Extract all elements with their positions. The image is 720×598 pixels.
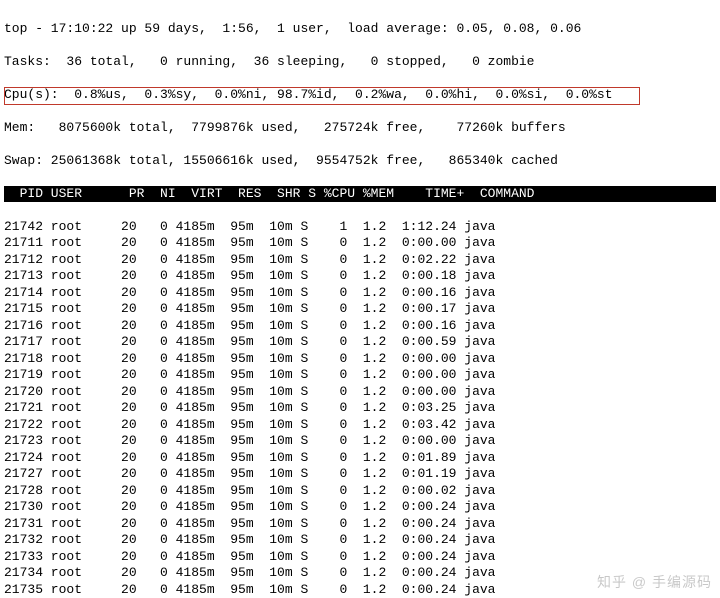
process-row[interactable]: 21718 root 20 0 4185m 95m 10m S 0 1.2 0:… — [4, 351, 716, 368]
process-row[interactable]: 21719 root 20 0 4185m 95m 10m S 0 1.2 0:… — [4, 367, 716, 384]
process-row[interactable]: 21714 root 20 0 4185m 95m 10m S 0 1.2 0:… — [4, 285, 716, 302]
summary-line: Cpu(s): 0.8%us, 0.3%sy, 0.0%ni, 98.7%id,… — [4, 87, 716, 104]
summary-line: Tasks: 36 total, 0 running, 36 sleeping,… — [4, 54, 716, 71]
process-row[interactable]: 21717 root 20 0 4185m 95m 10m S 0 1.2 0:… — [4, 334, 716, 351]
process-row[interactable]: 21733 root 20 0 4185m 95m 10m S 0 1.2 0:… — [4, 549, 716, 566]
summary-line: Swap: 25061368k total, 15506616k used, 9… — [4, 153, 716, 170]
process-header: PID USER PR NI VIRT RES SHR S %CPU %MEM … — [4, 186, 716, 203]
summary-line: top - 17:10:22 up 59 days, 1:56, 1 user,… — [4, 21, 716, 38]
process-list: 21742 root 20 0 4185m 95m 10m S 1 1.2 1:… — [4, 219, 716, 598]
process-row[interactable]: 21722 root 20 0 4185m 95m 10m S 0 1.2 0:… — [4, 417, 716, 434]
summary-line: Mem: 8075600k total, 7799876k used, 2757… — [4, 120, 716, 137]
process-row[interactable]: 21734 root 20 0 4185m 95m 10m S 0 1.2 0:… — [4, 565, 716, 582]
process-row[interactable]: 21712 root 20 0 4185m 95m 10m S 0 1.2 0:… — [4, 252, 716, 269]
process-row[interactable]: 21713 root 20 0 4185m 95m 10m S 0 1.2 0:… — [4, 268, 716, 285]
process-row[interactable]: 21711 root 20 0 4185m 95m 10m S 0 1.2 0:… — [4, 235, 716, 252]
process-row[interactable]: 21727 root 20 0 4185m 95m 10m S 0 1.2 0:… — [4, 466, 716, 483]
process-row[interactable]: 21742 root 20 0 4185m 95m 10m S 1 1.2 1:… — [4, 219, 716, 236]
process-row[interactable]: 21735 root 20 0 4185m 95m 10m S 0 1.2 0:… — [4, 582, 716, 598]
process-row[interactable]: 21731 root 20 0 4185m 95m 10m S 0 1.2 0:… — [4, 516, 716, 533]
process-row[interactable]: 21724 root 20 0 4185m 95m 10m S 0 1.2 0:… — [4, 450, 716, 467]
process-row[interactable]: 21721 root 20 0 4185m 95m 10m S 0 1.2 0:… — [4, 400, 716, 417]
process-row[interactable]: 21715 root 20 0 4185m 95m 10m S 0 1.2 0:… — [4, 301, 716, 318]
process-row[interactable]: 21730 root 20 0 4185m 95m 10m S 0 1.2 0:… — [4, 499, 716, 516]
process-row[interactable]: 21728 root 20 0 4185m 95m 10m S 0 1.2 0:… — [4, 483, 716, 500]
process-row[interactable]: 21720 root 20 0 4185m 95m 10m S 0 1.2 0:… — [4, 384, 716, 401]
process-row[interactable]: 21732 root 20 0 4185m 95m 10m S 0 1.2 0:… — [4, 532, 716, 549]
process-row[interactable]: 21716 root 20 0 4185m 95m 10m S 0 1.2 0:… — [4, 318, 716, 335]
terminal-output[interactable]: top - 17:10:22 up 59 days, 1:56, 1 user,… — [0, 0, 720, 598]
process-row[interactable]: 21723 root 20 0 4185m 95m 10m S 0 1.2 0:… — [4, 433, 716, 450]
